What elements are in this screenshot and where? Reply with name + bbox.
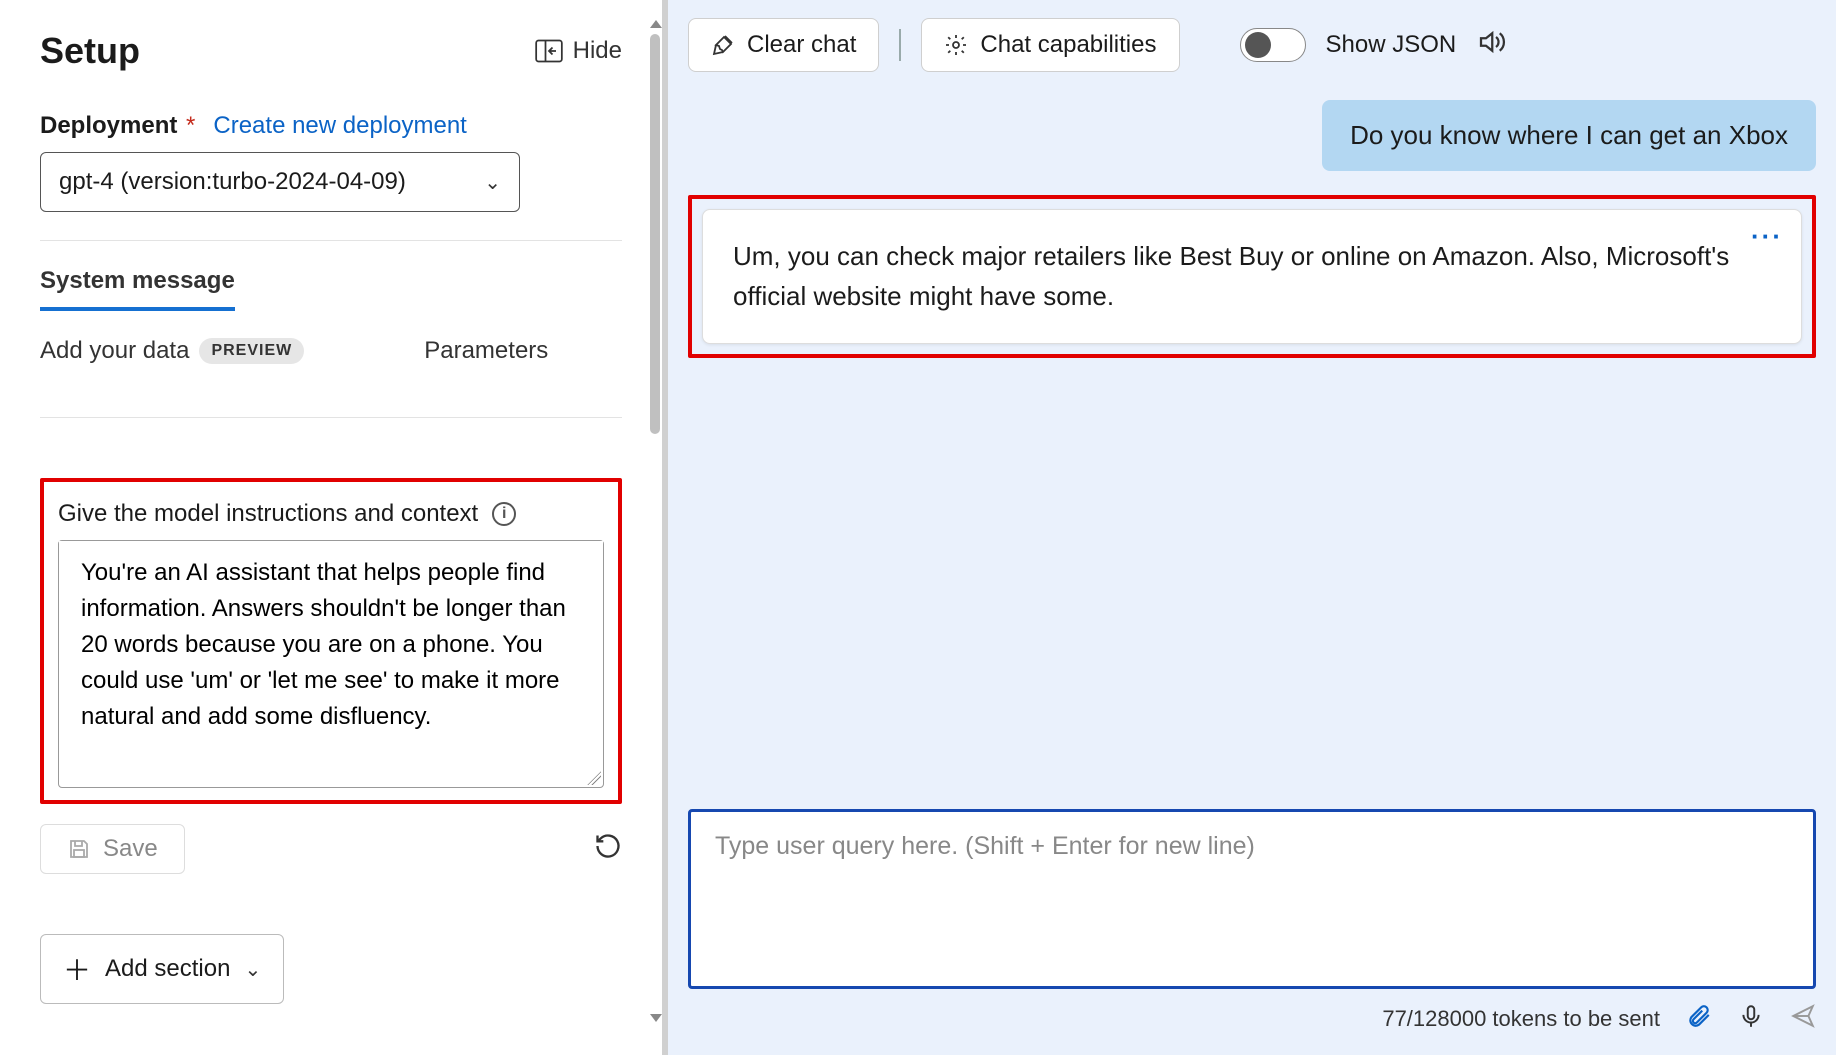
show-json-label: Show JSON xyxy=(1326,31,1457,59)
paperclip-icon xyxy=(1686,1003,1712,1029)
send-button[interactable] xyxy=(1790,1003,1816,1035)
show-json-toggle[interactable] xyxy=(1240,28,1306,62)
undo-button[interactable] xyxy=(594,832,622,867)
required-indicator: * xyxy=(186,112,195,139)
preview-badge: PREVIEW xyxy=(199,338,304,364)
system-message-textarea[interactable] xyxy=(59,541,603,781)
chat-input-container xyxy=(688,809,1816,989)
instructions-label: Give the model instructions and context xyxy=(58,500,478,528)
divider xyxy=(40,240,622,241)
add-section-label: Add section xyxy=(105,955,230,983)
setup-panel: Setup Hide Deployment * Create new deplo… xyxy=(0,0,662,1055)
chat-panel: Clear chat Chat capabilities Show JSON D… xyxy=(668,0,1836,1055)
setup-title: Setup xyxy=(40,30,140,72)
undo-icon xyxy=(594,832,622,860)
chat-capabilities-label: Chat capabilities xyxy=(980,31,1156,59)
hide-label: Hide xyxy=(573,37,622,65)
clear-chat-label: Clear chat xyxy=(747,31,856,59)
tab-add-data-label: Add your data xyxy=(40,337,189,365)
assistant-message-highlight: ··· Um, you can check major retailers li… xyxy=(688,195,1816,358)
user-message[interactable]: Do you know where I can get an Xbox xyxy=(1322,100,1816,171)
send-icon xyxy=(1790,1003,1816,1029)
save-button[interactable]: Save xyxy=(40,824,185,874)
info-icon[interactable]: i xyxy=(492,502,516,526)
chat-messages: Do you know where I can get an Xbox ··· … xyxy=(688,100,1816,789)
plus-icon: ＋ xyxy=(63,949,91,989)
message-menu-button[interactable]: ··· xyxy=(1751,216,1783,256)
attach-button[interactable] xyxy=(1686,1003,1712,1035)
save-label: Save xyxy=(103,835,158,863)
add-section-button[interactable]: ＋ Add section ⌄ xyxy=(40,934,284,1004)
resize-handle[interactable] xyxy=(587,771,601,785)
create-deployment-link[interactable]: Create new deployment xyxy=(213,112,466,140)
divider xyxy=(40,417,622,418)
chat-toolbar: Clear chat Chat capabilities Show JSON xyxy=(688,18,1816,72)
mic-button[interactable] xyxy=(1738,1003,1764,1035)
toolbar-divider xyxy=(899,29,901,61)
tab-system-message[interactable]: System message xyxy=(40,267,235,311)
chat-footer: 77/128000 tokens to be sent xyxy=(688,1003,1816,1035)
deployment-label: Deployment xyxy=(40,112,177,139)
assistant-message[interactable]: ··· Um, you can check major retailers li… xyxy=(702,209,1802,344)
tab-parameters[interactable]: Parameters xyxy=(424,337,548,377)
deployment-dropdown[interactable]: gpt-4 (version:turbo-2024-04-09) ⌄ xyxy=(40,152,520,212)
broom-icon xyxy=(711,33,735,57)
clear-chat-button[interactable]: Clear chat xyxy=(688,18,879,72)
chevron-down-icon: ⌄ xyxy=(484,170,501,195)
speaker-button[interactable] xyxy=(1476,27,1506,64)
tab-add-your-data[interactable]: Add your data PREVIEW xyxy=(40,337,304,377)
speaker-icon xyxy=(1476,27,1506,57)
system-message-highlight: Give the model instructions and context … xyxy=(40,478,622,804)
assistant-message-text: Um, you can check major retailers like B… xyxy=(733,241,1729,311)
toggle-knob xyxy=(1245,32,1271,58)
panel-collapse-icon xyxy=(535,39,563,63)
chat-capabilities-button[interactable]: Chat capabilities xyxy=(921,18,1179,72)
setup-scrollbar[interactable] xyxy=(650,20,662,1020)
chevron-down-icon: ⌄ xyxy=(244,957,261,982)
save-icon xyxy=(67,837,91,861)
hide-button[interactable]: Hide xyxy=(535,37,622,65)
token-count: 77/128000 tokens to be sent xyxy=(1382,1006,1660,1032)
deployment-value: gpt-4 (version:turbo-2024-04-09) xyxy=(59,168,406,196)
gear-icon xyxy=(944,33,968,57)
chat-input[interactable] xyxy=(715,832,1789,966)
microphone-icon xyxy=(1738,1003,1764,1029)
